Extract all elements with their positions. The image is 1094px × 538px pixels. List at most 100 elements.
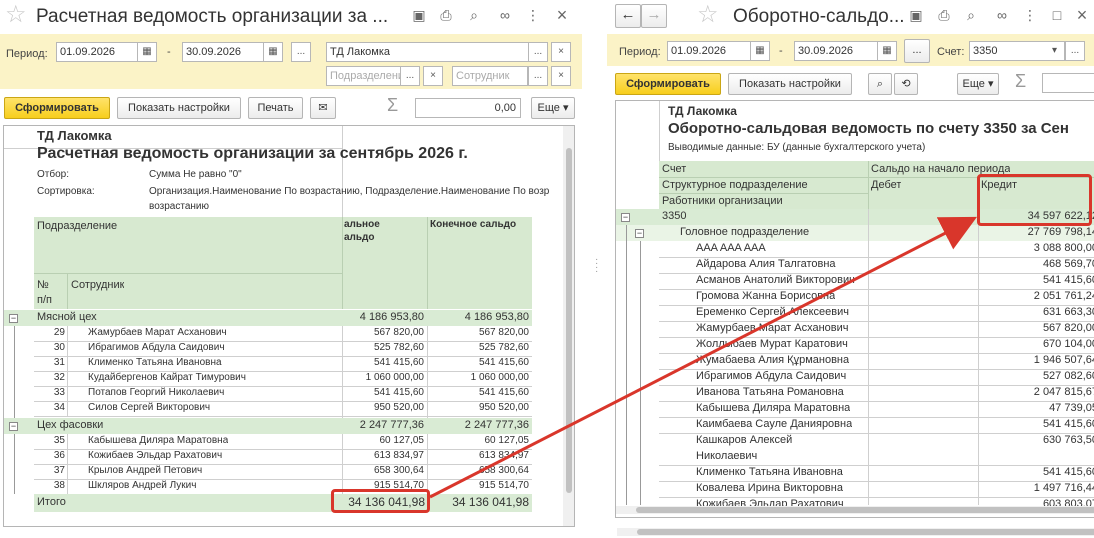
horizontal-scrollbar[interactable] — [616, 506, 1094, 514]
calendar-icon[interactable]: ▦ — [137, 42, 157, 62]
collapse-icon[interactable]: − — [9, 314, 18, 323]
window-splitter[interactable]: · · · · — [583, 0, 606, 538]
left-title-bar: ☆ Расчетная ведомость организации за ...… — [0, 0, 582, 33]
group-name: Цех фасовки — [37, 419, 104, 431]
row-end: 525 782,60 — [478, 342, 529, 353]
row-number: 30 — [53, 342, 65, 353]
sort-value-cont: возрастанию — [149, 201, 209, 212]
favorite-star-icon[interactable]: ☆ — [5, 2, 27, 28]
preview-icon[interactable]: ⌕ — [465, 6, 483, 24]
row-number: 33 — [53, 387, 65, 398]
employee-name: Клименко Татьяна Ивановна — [88, 357, 222, 368]
favorite-star-icon[interactable]: ☆ — [697, 2, 719, 28]
print-button[interactable]: Печать — [248, 97, 303, 119]
filter-value: Сумма Не равно "0" — [149, 169, 242, 180]
employee-name: Кабышева Диляра Маратовна — [696, 402, 851, 414]
date-from-field[interactable]: 01.09.2026 — [56, 42, 138, 62]
employee-credit: 567 820,00 — [1042, 322, 1094, 334]
bottom-scrollbar[interactable] — [617, 528, 1094, 536]
col-debit: Дебет — [871, 179, 902, 191]
row-start: 950 520,00 — [373, 402, 424, 413]
collapse-icon[interactable]: − — [635, 229, 644, 238]
employee-name: Иванова Татьяна Романовна — [696, 386, 844, 398]
vertical-scrollbar[interactable] — [563, 126, 574, 526]
more-button[interactable]: Еще ▾ — [531, 97, 575, 119]
search-refresh-icon[interactable]: ⟲ — [894, 73, 918, 95]
calendar-icon[interactable]: ▦ — [750, 41, 770, 61]
clear-icon[interactable]: × — [423, 66, 443, 86]
collapse-icon[interactable]: − — [9, 422, 18, 431]
clear-icon[interactable]: × — [551, 42, 571, 62]
forward-arrow-icon[interactable]: → — [641, 4, 667, 28]
back-arrow-icon[interactable]: ← — [615, 4, 641, 28]
show-settings-button[interactable]: Показать настройки — [117, 97, 241, 119]
select-button[interactable]: ... — [528, 42, 548, 62]
employee-credit: 1 497 716,44 — [1033, 482, 1094, 494]
show-settings-button[interactable]: Показать настройки — [728, 73, 852, 95]
employee-field[interactable]: Сотрудник — [452, 66, 528, 86]
search-icon[interactable]: ⌕ — [868, 73, 892, 95]
account-row-name: 3350 — [662, 210, 687, 222]
grid-line — [67, 326, 68, 416]
employee-credit: 3 088 800,00 — [1033, 242, 1094, 254]
print-icon[interactable]: ⎙ — [935, 6, 953, 24]
print-icon[interactable]: ⎙ — [437, 6, 455, 24]
report-org: ТД Лакомка — [668, 104, 737, 118]
filter-label: Отбор: — [37, 169, 69, 180]
save-icon[interactable]: ▣ — [907, 6, 925, 24]
department-field[interactable]: Подразделение — [326, 66, 401, 86]
calendar-icon[interactable]: ▦ — [877, 41, 897, 61]
clear-icon[interactable]: × — [551, 66, 571, 86]
group-start: 4 186 953,80 — [359, 311, 424, 323]
more-button[interactable]: Еще ▾ — [957, 73, 999, 95]
employee-name: Асманов Анатолий Викторович — [696, 274, 855, 286]
employee-name-cont: Николаевич — [696, 450, 758, 462]
select-button[interactable]: ... — [528, 66, 548, 86]
restore-icon[interactable]: □ — [1048, 6, 1066, 24]
select-button[interactable]: ... — [1065, 41, 1085, 61]
collapse-icon[interactable]: − — [621, 213, 630, 222]
col-account: Счет — [662, 163, 687, 175]
row-number: 34 — [53, 402, 65, 413]
email-icon[interactable]: ✉ — [310, 97, 336, 119]
col-workers: Работники организации — [662, 195, 783, 207]
more-icon[interactable]: ⋮ — [524, 6, 542, 24]
calendar-icon[interactable]: ▦ — [263, 42, 283, 62]
generate-button[interactable]: Сформировать — [4, 97, 110, 119]
save-icon[interactable]: ▣ — [410, 6, 428, 24]
grid-line — [67, 434, 68, 494]
employee-name: Клименко Татьяна Ивановна — [696, 466, 843, 478]
row-end: 541 415,60 — [478, 387, 529, 398]
close-icon[interactable]: × — [553, 6, 571, 24]
employee-name: Потапов Георгий Николаевич — [88, 387, 225, 398]
report-heading: Оборотно-сальдовая ведомость по счету 33… — [668, 120, 1069, 137]
row-start: 1 060 000,00 — [365, 372, 424, 383]
employee-name: Каимбаева Сауле Данияровна — [696, 418, 853, 430]
employee-credit: 2 047 815,67 — [1033, 386, 1094, 398]
left-window-title: Расчетная ведомость организации за ... — [36, 6, 389, 27]
link-icon[interactable]: ∞ — [496, 6, 514, 24]
date-from-field[interactable]: 01.09.2026 — [667, 41, 751, 61]
left-filter-panel: Период: 01.09.2026 ▦ - 30.09.2026 ▦ ... … — [0, 34, 582, 89]
link-icon[interactable]: ∞ — [993, 6, 1011, 24]
organization-field[interactable]: ТД Лакомка — [326, 42, 529, 62]
period-select-button[interactable]: ... — [291, 42, 311, 62]
more-icon[interactable]: ⋮ — [1021, 6, 1039, 24]
generate-button[interactable]: Сформировать — [615, 73, 721, 95]
employee-name: Шкляров Андрей Лукич — [88, 480, 197, 491]
right-window-title: Оборотно-сальдо... — [733, 6, 905, 27]
close-icon[interactable]: × — [1073, 6, 1091, 24]
period-select-button[interactable]: ... — [904, 39, 930, 63]
right-report-window: ← → ☆ Оборотно-сальдо... ▣ ⎙ ⌕ ∞ ⋮ □ × П… — [607, 0, 1094, 538]
group-name: Мясной цех — [37, 311, 97, 323]
row-number: 36 — [53, 450, 65, 461]
chevron-down-icon[interactable]: ▾ — [1045, 41, 1065, 61]
report-heading: Расчетная ведомость организации за сентя… — [37, 145, 468, 162]
preview-icon[interactable]: ⌕ — [962, 6, 980, 24]
sort-value: Организация.Наименование По возрастанию,… — [149, 186, 550, 197]
date-to-field[interactable]: 30.09.2026 — [794, 41, 878, 61]
date-to-field[interactable]: 30.09.2026 — [182, 42, 264, 62]
employee-credit: 1 946 507,64 — [1033, 354, 1094, 366]
employee-name: Ковалева Ирина Викторовна — [696, 482, 843, 494]
select-button[interactable]: ... — [400, 66, 420, 86]
